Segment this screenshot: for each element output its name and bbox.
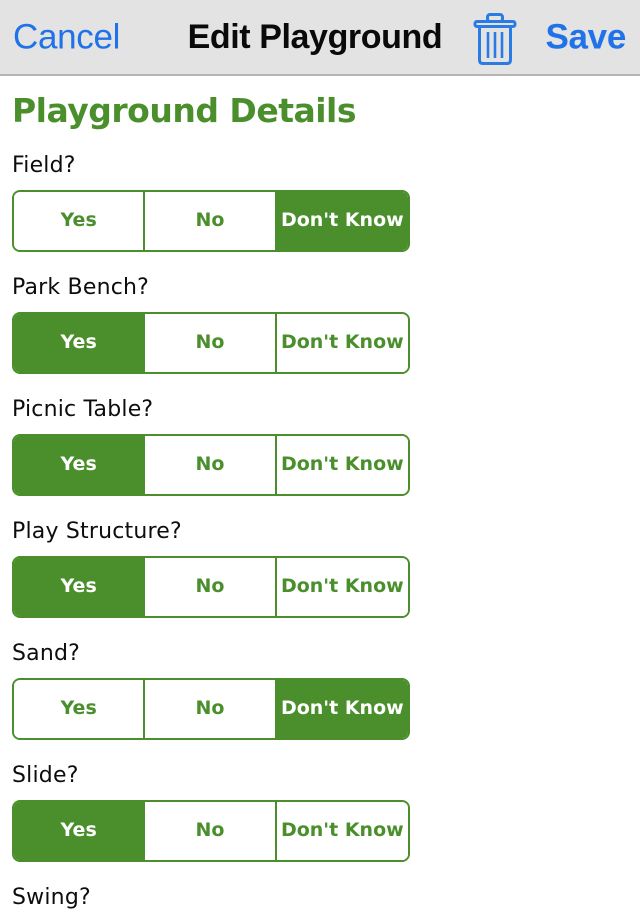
segment-option[interactable]: Yes <box>14 435 146 494</box>
page-title: Edit Playground <box>187 18 443 56</box>
segment-option[interactable]: No <box>145 557 277 616</box>
trash-icon <box>473 13 517 65</box>
field-group: Picnic Table? Yes No Don't Know <box>0 374 640 496</box>
field-label: Field? <box>12 152 76 178</box>
field-label: Swing? <box>12 884 91 910</box>
segment-option[interactable]: No <box>145 313 277 372</box>
field-group: Park Bench? Yes No Don't Know <box>0 252 640 374</box>
segment-option[interactable]: No <box>145 801 277 860</box>
segmented-control: Yes No Don't Know <box>12 799 410 862</box>
field-group: Play Structure? Yes No Don't Know <box>0 496 640 618</box>
segment-option[interactable]: Yes <box>14 801 146 860</box>
cancel-button[interactable]: Cancel <box>13 20 120 55</box>
segment-option[interactable]: Don't Know <box>276 191 408 250</box>
field-group: Field? Yes No Don't Know <box>0 130 640 252</box>
field-group: Slide? Yes No Don't Know <box>0 740 640 862</box>
save-button[interactable]: Save <box>545 20 626 55</box>
field-label: Picnic Table? <box>12 396 154 422</box>
segmented-control: Yes No Don't Know <box>12 677 410 740</box>
field-label: Park Bench? <box>12 274 150 300</box>
segment-option[interactable]: Don't Know <box>276 679 408 738</box>
field-label: Play Structure? <box>12 518 182 544</box>
segment-option[interactable]: Yes <box>14 191 146 250</box>
segment-option[interactable]: Don't Know <box>276 557 408 616</box>
field-group: Swing? <box>0 862 640 920</box>
segment-option[interactable]: No <box>145 191 277 250</box>
segmented-control: Yes No Don't Know <box>12 433 410 496</box>
delete-button[interactable] <box>469 12 521 66</box>
segment-option[interactable]: Yes <box>14 557 146 616</box>
segment-option[interactable]: No <box>145 679 277 738</box>
segment-option[interactable]: Yes <box>14 313 146 372</box>
segmented-control: Yes No Don't Know <box>12 555 410 618</box>
section-heading: Playground Details <box>12 91 357 130</box>
segment-option[interactable]: Yes <box>14 679 146 738</box>
segmented-control: Yes No Don't Know <box>12 189 410 252</box>
segmented-control: Yes No Don't Know <box>12 311 410 374</box>
playground-details-form: Playground Details Field? Yes No Don't Know… <box>0 76 640 920</box>
navigation-bar: Cancel Edit Playground Save <box>0 0 640 76</box>
fields-list: Field? Yes No Don't Know Park Bench? Yes No Don… <box>0 130 640 920</box>
segment-option[interactable]: Don't Know <box>276 801 408 860</box>
segment-option[interactable]: No <box>145 435 277 494</box>
segment-option[interactable]: Don't Know <box>276 435 408 494</box>
field-label: Sand? <box>12 640 81 666</box>
field-label: Slide? <box>12 762 79 788</box>
segment-option[interactable]: Don't Know <box>276 313 408 372</box>
field-group: Sand? Yes No Don't Know <box>0 618 640 740</box>
